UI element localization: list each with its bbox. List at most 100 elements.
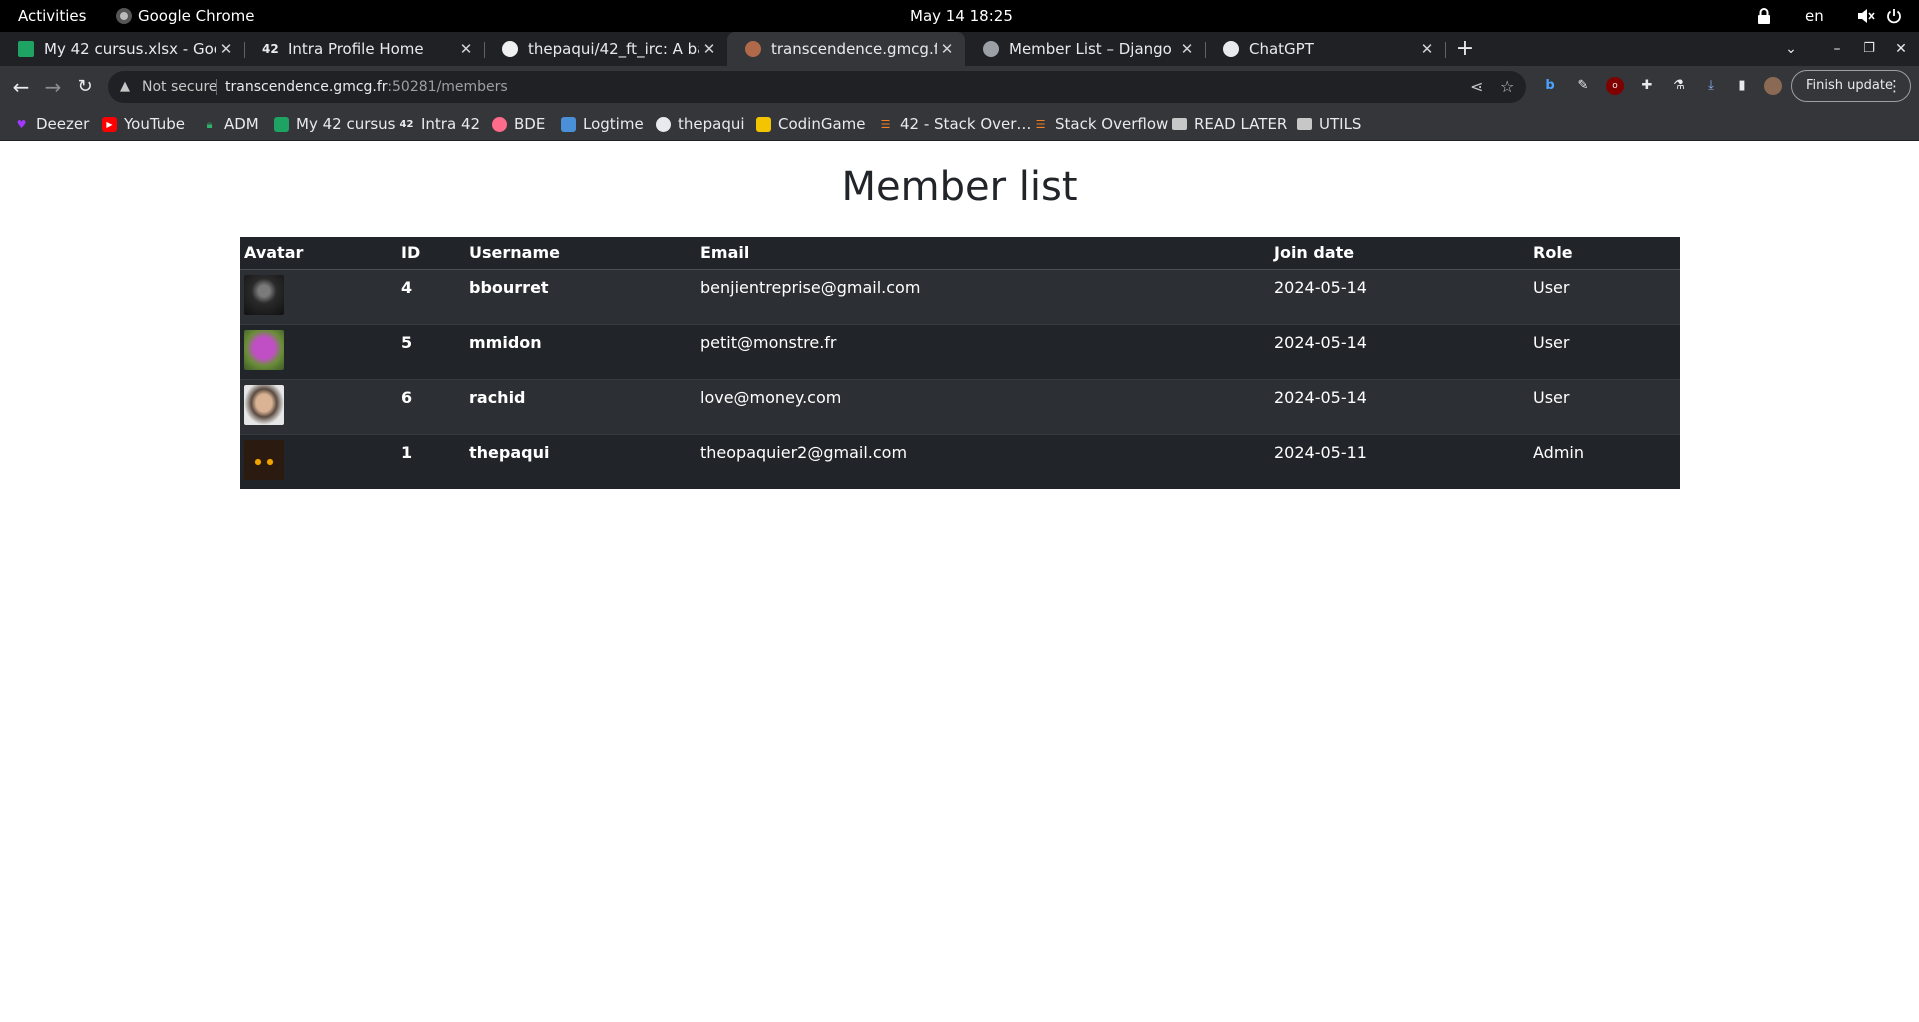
column-header-role: Role	[1529, 237, 1680, 270]
reload-icon[interactable]: ↻	[73, 75, 97, 99]
side-panel-icon[interactable]: ▮	[1733, 77, 1751, 95]
avatar	[244, 329, 284, 370]
forward-arrow-icon[interactable]: →	[41, 75, 65, 99]
warning-triangle-icon[interactable]: ▲	[120, 79, 130, 94]
column-header-id: ID	[397, 237, 465, 270]
avatar	[244, 384, 284, 425]
page-title: Member list	[841, 164, 1078, 210]
chatgpt-icon	[1223, 41, 1239, 57]
puzzle-extensions-icon[interactable]: ✚	[1638, 77, 1656, 95]
share-icon[interactable]: ⋖	[1470, 77, 1483, 96]
logtime-icon	[561, 116, 576, 132]
member-id: 5	[401, 332, 413, 352]
42-icon: 42	[399, 118, 414, 130]
tab-django-rest[interactable]: Member List – Django REST framework ✕	[965, 32, 1205, 66]
tab-title: transcendence.gmcg.fr:50281/members	[771, 40, 937, 58]
minimize-icon[interactable]: –	[1825, 37, 1849, 61]
power-icon[interactable]	[1886, 0, 1902, 32]
close-icon[interactable]: ✕	[1177, 40, 1197, 58]
member-id: 6	[401, 387, 413, 407]
bookmark-deezer[interactable]: ♥ Deezer	[14, 108, 90, 140]
back-arrow-icon[interactable]: ←	[9, 75, 33, 99]
tab-chatgpt[interactable]: ChatGPT ✕	[1205, 32, 1445, 66]
lock-icon: 🔒︎	[206, 117, 213, 131]
url-path: :50281/members	[387, 79, 508, 95]
bookmark-stack-overflow[interactable]: ☰ Stack Overflow	[1033, 108, 1169, 140]
avatar	[244, 439, 284, 480]
app-name: Google Chrome	[138, 7, 255, 25]
tab-sheets[interactable]: My 42 cursus.xlsx - Google Sheets ✕	[0, 32, 244, 66]
close-icon[interactable]: ✕	[456, 40, 476, 58]
tab-title: Intra Profile Home	[288, 40, 424, 58]
finish-update-label: Finish update	[1806, 78, 1893, 93]
clock[interactable]: May 14 18:25	[910, 0, 1013, 32]
bookmark-label: YouTube	[124, 115, 185, 133]
table-row: 4 bbourret benjientreprise@gmail.com 202…	[240, 269, 1680, 324]
extension-badge-icon[interactable]: ✎	[1574, 77, 1592, 95]
language-indicator[interactable]: en	[1805, 0, 1824, 32]
deezer-icon: ♥	[16, 117, 27, 131]
codingame-icon	[756, 116, 771, 132]
bookmark-codingame[interactable]: CodinGame	[756, 108, 866, 140]
stackoverflow-icon: ☰	[1035, 117, 1046, 131]
bitwarden-extension-icon[interactable]: b	[1541, 77, 1559, 95]
tab-transcendence[interactable]: transcendence.gmcg.fr:50281/members ✕	[727, 32, 965, 66]
avatar-cell	[240, 269, 397, 324]
app-menu[interactable]: Google Chrome	[116, 0, 255, 32]
finish-update-button[interactable]: Finish update ⋮	[1791, 70, 1911, 102]
bookmark-bde[interactable]: BDE	[492, 108, 545, 140]
restore-icon[interactable]: ❐	[1857, 37, 1881, 61]
bookmark-adm[interactable]: 🔒︎ ADM	[202, 108, 259, 140]
ublock-icon[interactable]: o	[1606, 77, 1624, 95]
member-username: bbourret	[469, 277, 549, 297]
member-role: User	[1533, 277, 1570, 297]
member-username: thepaqui	[469, 442, 550, 462]
bookmark-thepaqui[interactable]: thepaqui	[656, 108, 745, 140]
member-email: benjientreprise@gmail.com	[700, 277, 921, 297]
member-email: love@money.com	[700, 387, 842, 407]
table-row: 6 rachid love@money.com 2024-05-14 User	[240, 379, 1680, 434]
avatar-cell	[240, 434, 397, 489]
tab-intra-profile[interactable]: 42 Intra Profile Home ✕	[244, 32, 484, 66]
table-row: 5 mmidon petit@monstre.fr 2024-05-14 Use…	[240, 324, 1680, 379]
address-bar[interactable]: ▲ Not secure transcendence.gmcg.fr:50281…	[108, 71, 1526, 103]
bookmark-label: ADM	[224, 115, 259, 133]
browser-toolbar: ← → ↻ ▲ Not secure transcendence.gmcg.fr…	[0, 66, 1919, 108]
security-label[interactable]: Not secure	[142, 79, 218, 95]
url-host: transcendence.gmcg.fr	[225, 79, 388, 95]
bookmark-42-stack-overflow[interactable]: ☰ 42 - Stack Over…	[878, 108, 1032, 140]
bookmark-folder-read-later[interactable]: READ LATER	[1172, 108, 1287, 140]
column-header-avatar: Avatar	[240, 237, 397, 270]
profile-avatar-icon[interactable]	[1764, 77, 1782, 95]
bookmark-star-icon[interactable]: ☆	[1500, 77, 1514, 96]
member-id: 1	[401, 442, 413, 462]
download-icon[interactable]: ⤓	[1702, 77, 1720, 95]
bookmark-my-42-cursus[interactable]: My 42 cursus	[274, 108, 396, 140]
close-icon[interactable]: ✕	[937, 40, 957, 58]
bookmark-logtime[interactable]: Logtime	[561, 108, 644, 140]
flask-icon[interactable]: ⚗	[1670, 77, 1688, 95]
github-icon	[656, 116, 671, 132]
close-icon[interactable]: ✕	[1417, 40, 1437, 58]
url-text[interactable]: transcendence.gmcg.fr:50281/members	[225, 79, 508, 95]
activities-button[interactable]: Activities	[18, 0, 86, 32]
member-join-date: 2024-05-14	[1274, 277, 1367, 297]
column-header-email: Email	[696, 237, 1270, 270]
window-close-icon[interactable]: ✕	[1889, 37, 1913, 61]
tab-search-chevron-icon[interactable]: ⌄	[1779, 37, 1803, 61]
kebab-menu-icon[interactable]: ⋮	[1887, 71, 1902, 101]
bde-icon	[492, 116, 507, 132]
new-tab-plus-icon[interactable]: +	[1453, 37, 1477, 61]
volume-muted-icon[interactable]	[1857, 0, 1875, 32]
bookmark-label: Stack Overflow	[1055, 115, 1169, 133]
tab-github[interactable]: thepaqui/42_ft_irc: A barebones IRC serv…	[484, 32, 727, 66]
table-header-row: Avatar ID Username Email Join date Role	[240, 237, 1680, 270]
bookmark-intra-42[interactable]: 42 Intra 42	[399, 108, 481, 140]
bookmark-youtube[interactable]: ▶ YouTube	[102, 108, 185, 140]
bookmark-folder-utils[interactable]: UTILS	[1297, 108, 1361, 140]
avatar-cell	[240, 324, 397, 379]
tab-strip: My 42 cursus.xlsx - Google Sheets ✕ 42 I…	[0, 32, 1919, 66]
close-icon[interactable]: ✕	[699, 40, 719, 58]
close-icon[interactable]: ✕	[216, 40, 236, 58]
bookmark-label: UTILS	[1319, 115, 1362, 133]
